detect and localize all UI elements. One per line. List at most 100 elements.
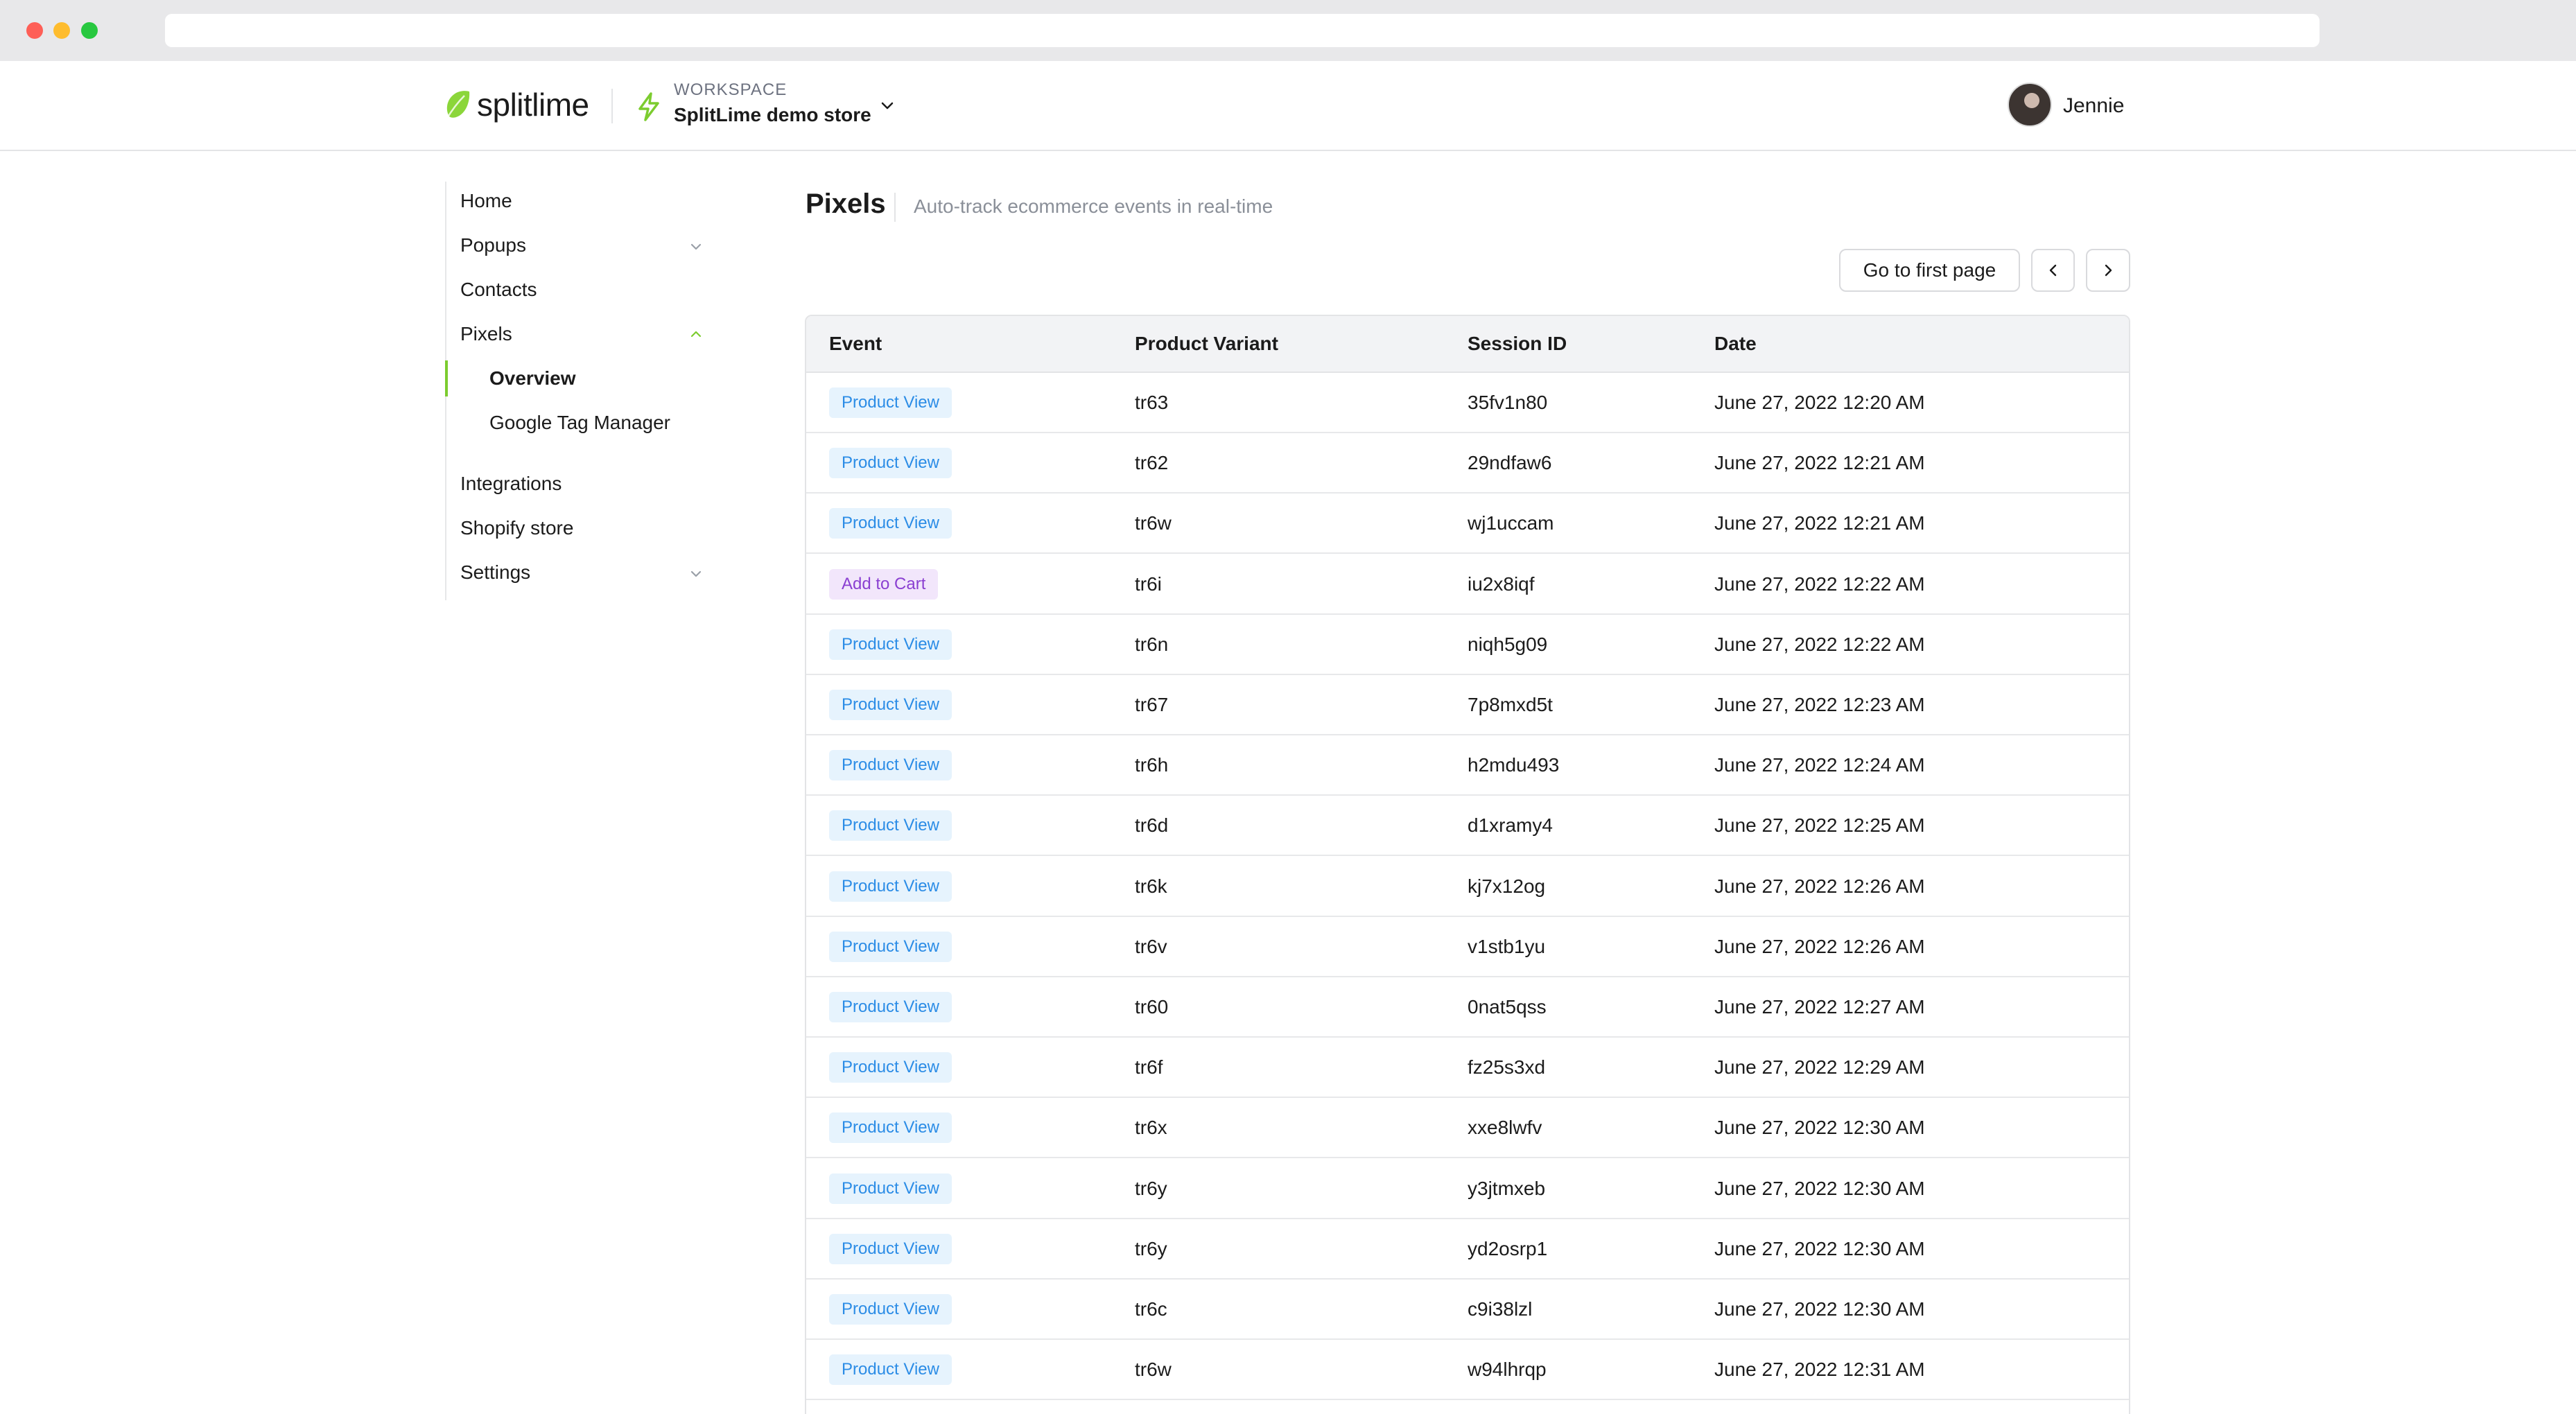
lime-leaf-icon: [445, 91, 470, 120]
table-row[interactable]: Product View tr67 7p8mxd5t June 27, 2022 12…: [806, 675, 2129, 735]
session-id-cell: c9i38lzl: [1468, 1298, 1533, 1320]
date-cell: June 27, 2022 12:20 AM: [1714, 392, 1925, 413]
table-row[interactable]: Product View tr6d d1xramy4 June 27, 2022 12…: [806, 796, 2129, 857]
session-id-cell: xxe8lwfv: [1468, 1117, 1542, 1139]
workspace-name[interactable]: SplitLime demo store: [674, 104, 871, 126]
table-row[interactable]: Product View tr6k kj7x12og June 27, 2022 12…: [806, 857, 2129, 917]
table-row[interactable]: Product View tr6h h2mdu493 June 27, 2022 12…: [806, 735, 2129, 796]
session-id-cell: h2mdu493: [1468, 754, 1560, 776]
product-view-badge: Product View: [829, 629, 952, 660]
session-id-cell: y3jtmxeb: [1468, 1177, 1546, 1199]
session-id-cell: 0nat5qss: [1468, 996, 1547, 1018]
table-row[interactable]: Product View tr6f fz25s3xd June 27, 2022 12…: [806, 1038, 2129, 1099]
date-cell: June 27, 2022 12:21 AM: [1714, 452, 1925, 474]
product-variant-cell: tr6d: [1135, 814, 1169, 837]
table-row[interactable]: Product View tr6v v1stb1yu June 27, 2022 12…: [806, 917, 2129, 977]
chevron-down-icon[interactable]: [877, 96, 898, 116]
date-cell: June 27, 2022 12:22 AM: [1714, 573, 1925, 595]
product-view-badge: Product View: [829, 1112, 952, 1144]
table-row[interactable]: Product View tr6y y3jtmxeb June 27, 2022 12…: [806, 1159, 2129, 1219]
product-variant-cell: tr6f: [1135, 1056, 1163, 1079]
product-view-badge: Product View: [829, 992, 952, 1022]
address-bar[interactable]: [165, 14, 2320, 47]
session-id-cell: v1stb1yu: [1468, 935, 1546, 957]
sidebar-item-integrations[interactable]: Integrations: [460, 473, 562, 495]
product-variant-cell: tr6c: [1135, 1298, 1167, 1320]
product-variant-cell: tr62: [1135, 452, 1169, 474]
chevron-left-icon: [2049, 264, 2056, 277]
session-id-cell: 29ndfaw6: [1468, 452, 1552, 474]
date-cell: June 27, 2022 12:24 AM: [1714, 754, 1925, 776]
product-view-badge: Product View: [829, 931, 952, 962]
table-row[interactable]: Product View tr6x xxe8lwfv June 27, 2022 12…: [806, 1098, 2129, 1159]
table-row[interactable]: Product View tr62 29ndfaw6 June 27, 2022 12…: [806, 433, 2129, 494]
go-to-first-page-button[interactable]: Go to first page: [1839, 249, 2020, 292]
workspace-label: WORKSPACE: [674, 80, 787, 99]
page-subtitle: Auto-track ecommerce events in real-time: [914, 195, 1273, 217]
session-id-cell: kj7x12og: [1468, 875, 1546, 897]
table-row[interactable]: Product View tr6y yd2osrp1 June 27, 2022 12…: [806, 1219, 2129, 1280]
avatar[interactable]: [2008, 82, 2052, 127]
logo[interactable]: splitlime: [444, 86, 589, 123]
product-variant-cell: tr6n: [1135, 633, 1169, 655]
header-divider: [611, 89, 613, 123]
minimize-window-button[interactable]: [53, 22, 70, 39]
product-variant-cell: tr63: [1135, 392, 1169, 413]
product-view-badge: Product View: [829, 750, 952, 781]
column-header-event[interactable]: Event: [829, 333, 882, 355]
table-row[interactable]: Product View tr63 35fv1n80 June 27, 2022 12…: [806, 373, 2129, 433]
product-variant-cell: tr6k: [1135, 875, 1167, 897]
close-window-button[interactable]: [26, 22, 43, 39]
previous-page-button[interactable]: [2031, 249, 2075, 292]
session-id-cell: wj1uccam: [1468, 512, 1554, 534]
sidebar-item-home[interactable]: Home: [460, 190, 512, 212]
product-view-badge: Product View: [829, 1173, 952, 1204]
next-page-button[interactable]: [2086, 249, 2130, 292]
chevron-down-icon[interactable]: [686, 237, 706, 256]
product-view-badge: Product View: [829, 810, 952, 841]
date-cell: June 27, 2022 12:26 AM: [1714, 935, 1925, 957]
table-row[interactable]: Product View tr6w w94lhrqp June 27, 2022 12…: [806, 1340, 2129, 1401]
product-view-badge: Product View: [829, 1354, 952, 1386]
session-id-cell: yd2osrp1: [1468, 1237, 1548, 1259]
sidebar-item-shopify-store[interactable]: Shopify store: [460, 517, 573, 539]
active-indicator: [445, 360, 448, 396]
chevron-up-icon[interactable]: [686, 324, 706, 344]
user-name[interactable]: Jennie: [2063, 94, 2124, 118]
product-view-badge: Product View: [829, 508, 952, 539]
table-row[interactable]: Product View tr6w wj1uccam June 27, 2022 12…: [806, 494, 2129, 555]
product-view-badge: Product View: [829, 871, 952, 902]
table-row[interactable]: Add to Cart tr6i iu2x8iqf June 27, 2022 12:…: [806, 555, 2129, 615]
date-cell: June 27, 2022 12:25 AM: [1714, 814, 1925, 837]
column-header-date[interactable]: Date: [1714, 333, 1757, 355]
session-id-cell: d1xramy4: [1468, 814, 1553, 837]
maximize-window-button[interactable]: [81, 22, 98, 39]
sidebar-item-overview[interactable]: Overview: [489, 367, 576, 390]
table-row[interactable]: Product View tr6c c9i38lzl June 27, 2022 12…: [806, 1280, 2129, 1340]
table-row[interactable]: Product View tr6n niqh5g09 June 27, 2022 12…: [806, 615, 2129, 675]
table-header: Event Product Variant Session ID Date: [806, 316, 2129, 373]
product-variant-cell: tr67: [1135, 694, 1169, 715]
sidebar-item-contacts[interactable]: Contacts: [460, 279, 537, 301]
product-view-badge: Product View: [829, 1233, 952, 1264]
product-view-badge: Product View: [829, 448, 952, 479]
product-variant-cell: tr6i: [1135, 573, 1162, 595]
chevron-down-icon[interactable]: [686, 564, 706, 584]
add-to-cart-badge: Add to Cart: [829, 568, 939, 600]
date-cell: June 27, 2022 12:30 AM: [1714, 1237, 1925, 1259]
session-id-cell: 35fv1n80: [1468, 392, 1548, 413]
table-row[interactable]: Product View tr60 0nat5qss June 27, 2022 12…: [806, 977, 2129, 1038]
sidebar-item-popups[interactable]: Popups: [460, 234, 526, 256]
product-view-badge: Product View: [829, 1294, 952, 1325]
session-id-cell: fz25s3xd: [1468, 1056, 1546, 1079]
sidebar-item-settings[interactable]: Settings: [460, 561, 530, 584]
sidebar-item-google-tag-manager[interactable]: Google Tag Manager: [489, 412, 670, 434]
date-cell: June 27, 2022 12:26 AM: [1714, 875, 1925, 897]
sidebar-item-pixels[interactable]: Pixels: [460, 323, 512, 345]
logo-text: splitlime: [477, 87, 589, 123]
product-variant-cell: tr6h: [1135, 754, 1169, 776]
column-header-session-id[interactable]: Session ID: [1468, 333, 1567, 355]
bolt-icon: [638, 92, 659, 121]
sidebar-nav: Home Popups Contacts Pixels Overview Goo…: [445, 182, 722, 600]
column-header-product-variant[interactable]: Product Variant: [1135, 333, 1278, 355]
